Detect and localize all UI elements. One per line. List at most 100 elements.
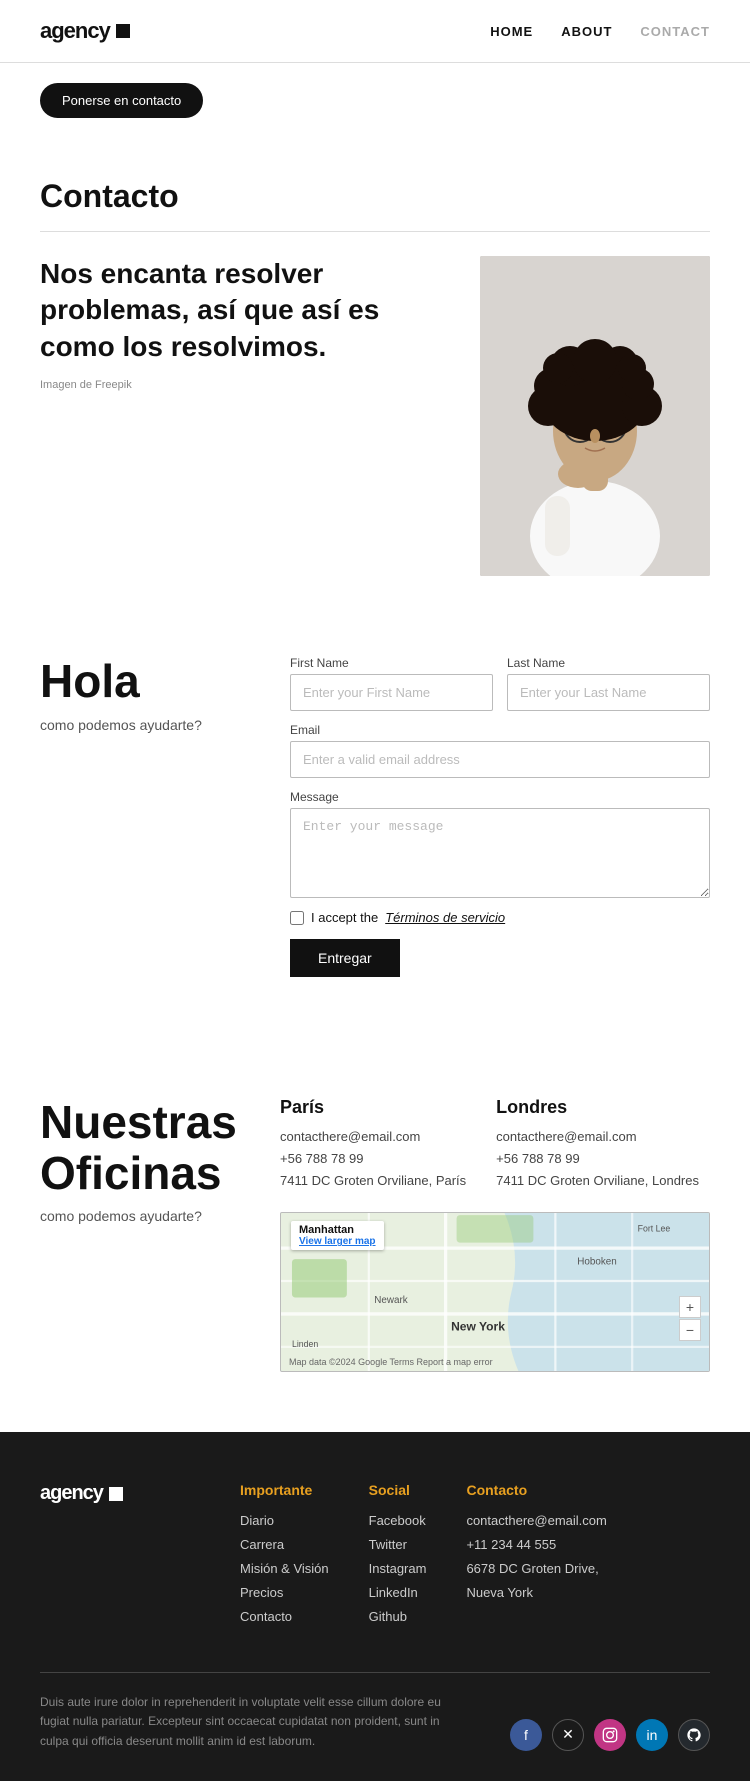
first-name-label: First Name bbox=[290, 656, 493, 670]
hero-divider bbox=[40, 231, 710, 232]
footer-col-importante: Importante Diario Carrera Misión & Visió… bbox=[240, 1482, 329, 1632]
message-label: Message bbox=[290, 790, 710, 804]
map-larger-link[interactable]: View larger map bbox=[299, 1236, 376, 1247]
terms-row: I accept the Términos de servicio bbox=[290, 910, 710, 925]
social-icon-facebook[interactable]: f bbox=[510, 1719, 542, 1751]
map-zoom-in[interactable]: + bbox=[679, 1296, 701, 1318]
svg-text:Hoboken: Hoboken bbox=[577, 1257, 616, 1268]
footer-col-contacto: Contacto contacthere@email.com +11 234 4… bbox=[466, 1482, 606, 1632]
map-controls: + − bbox=[679, 1296, 701, 1341]
footer-col-contacto-heading: Contacto bbox=[466, 1482, 606, 1498]
footer-link-twitter[interactable]: Twitter bbox=[369, 1537, 407, 1552]
email-row: Email bbox=[290, 723, 710, 778]
nav-home[interactable]: HOME bbox=[490, 24, 533, 39]
submit-button[interactable]: Entregar bbox=[290, 939, 400, 977]
email-group: Email bbox=[290, 723, 710, 778]
message-group: Message bbox=[290, 790, 710, 898]
hero-content: Nos encanta resolver problemas, así que … bbox=[40, 256, 710, 576]
offices-cols: París contacthere@email.com +56 788 78 9… bbox=[280, 1097, 710, 1192]
offices-left: Nuestras Oficinas como podemos ayudarte? bbox=[40, 1097, 240, 1224]
map-zoom-out[interactable]: − bbox=[679, 1319, 701, 1341]
offices-subtext: como podemos ayudarte? bbox=[40, 1208, 240, 1224]
paris-details: contacthere@email.com +56 788 78 99 7411… bbox=[280, 1126, 466, 1192]
svg-text:Newark: Newark bbox=[374, 1295, 407, 1306]
terms-checkbox[interactable] bbox=[290, 911, 304, 925]
footer-divider bbox=[40, 1672, 710, 1673]
london-office: Londres contacthere@email.com +56 788 78… bbox=[496, 1097, 699, 1192]
person-illustration bbox=[480, 256, 710, 576]
hero-section: Contacto Nos encanta resolver problemas,… bbox=[0, 138, 750, 596]
footer-link-linkedin[interactable]: LinkedIn bbox=[369, 1585, 418, 1600]
footer-logo-mark[interactable]: agency bbox=[40, 1482, 200, 1505]
nav-about[interactable]: ABOUT bbox=[561, 24, 612, 39]
footer-link-instagram[interactable]: Instagram bbox=[369, 1561, 427, 1576]
social-icon-twitter[interactable]: ✕ bbox=[552, 1719, 584, 1751]
form-heading: Hola bbox=[40, 656, 240, 707]
terms-link[interactable]: Términos de servicio bbox=[385, 910, 505, 925]
form-subtext: como podemos ayudarte? bbox=[40, 717, 240, 733]
footer-logo-text: agency bbox=[40, 1482, 103, 1505]
footer-link-github[interactable]: Github bbox=[369, 1609, 407, 1624]
footer-col-social: Social Facebook Twitter Instagram Linked… bbox=[369, 1482, 427, 1632]
social-icon-github[interactable] bbox=[678, 1719, 710, 1751]
map-inner: New York Newark Hoboken Summit Linden Fo… bbox=[281, 1213, 709, 1371]
header: agency HOME ABOUT CONTACT bbox=[0, 0, 750, 63]
footer-top: agency Importante Diario Carrera Misión … bbox=[40, 1482, 710, 1632]
svg-text:Linden: Linden bbox=[292, 1339, 318, 1349]
map-label: Manhattan View larger map bbox=[291, 1221, 384, 1250]
footer-bottom: Duis aute irure dolor in reprehenderit i… bbox=[40, 1693, 710, 1751]
logo[interactable]: agency bbox=[40, 18, 130, 44]
main-nav: HOME ABOUT CONTACT bbox=[490, 24, 710, 39]
footer-contacto-list: contacthere@email.com +11 234 44 555 667… bbox=[466, 1512, 606, 1602]
email-label: Email bbox=[290, 723, 710, 737]
hero-image-credit: Imagen de Freepik bbox=[40, 379, 132, 391]
footer-logo-box-icon bbox=[109, 1487, 123, 1501]
cta-button[interactable]: Ponerse en contacto bbox=[40, 83, 203, 118]
footer-link-precios[interactable]: Precios bbox=[240, 1585, 283, 1600]
footer-social-list: Facebook Twitter Instagram LinkedIn Gith… bbox=[369, 1512, 427, 1626]
hero-title: Contacto bbox=[40, 178, 710, 215]
london-city: Londres bbox=[496, 1097, 699, 1118]
svg-text:New York: New York bbox=[451, 1320, 505, 1334]
social-icon-instagram[interactable] bbox=[594, 1719, 626, 1751]
footer-contact-city[interactable]: Nueva York bbox=[466, 1585, 533, 1600]
logo-text: agency bbox=[40, 18, 110, 44]
form-right: First Name Last Name Email Message bbox=[290, 656, 710, 977]
footer-link-facebook[interactable]: Facebook bbox=[369, 1513, 426, 1528]
offices-layout: Nuestras Oficinas como podemos ayudarte?… bbox=[40, 1097, 710, 1372]
footer-contact-phone[interactable]: +11 234 44 555 bbox=[466, 1537, 556, 1552]
footer-importante-list: Diario Carrera Misión & Visión Precios C… bbox=[240, 1512, 329, 1626]
form-left: Hola como podemos ayudarte? bbox=[40, 656, 240, 733]
footer: agency Importante Diario Carrera Misión … bbox=[0, 1432, 750, 1781]
paris-city: París bbox=[280, 1097, 466, 1118]
footer-link-contacto[interactable]: Contacto bbox=[240, 1609, 292, 1624]
footer-col-importante-heading: Importante bbox=[240, 1482, 329, 1498]
email-input[interactable] bbox=[290, 741, 710, 778]
form-section: Hola como podemos ayudarte? First Name L… bbox=[0, 596, 750, 1037]
cta-section: Ponerse en contacto bbox=[0, 63, 750, 138]
footer-col-social-heading: Social bbox=[369, 1482, 427, 1498]
offices-section: Nuestras Oficinas como podemos ayudarte?… bbox=[0, 1037, 750, 1432]
footer-contact-email[interactable]: contacthere@email.com bbox=[466, 1513, 606, 1528]
social-icons: f ✕ in bbox=[510, 1719, 710, 1751]
footer-link-mision[interactable]: Misión & Visión bbox=[240, 1561, 329, 1576]
london-details: contacthere@email.com +56 788 78 99 7411… bbox=[496, 1126, 699, 1192]
footer-link-carrera[interactable]: Carrera bbox=[240, 1537, 284, 1552]
hero-image bbox=[480, 256, 710, 576]
first-name-input[interactable] bbox=[290, 674, 493, 711]
footer-contact-address1[interactable]: 6678 DC Groten Drive, bbox=[466, 1561, 598, 1576]
message-textarea[interactable] bbox=[290, 808, 710, 898]
map-container[interactable]: New York Newark Hoboken Summit Linden Fo… bbox=[280, 1212, 710, 1372]
logo-box-icon bbox=[116, 24, 130, 38]
last-name-label: Last Name bbox=[507, 656, 710, 670]
offices-right: París contacthere@email.com +56 788 78 9… bbox=[280, 1097, 710, 1372]
message-row: Message bbox=[290, 790, 710, 898]
footer-link-diario[interactable]: Diario bbox=[240, 1513, 274, 1528]
social-icon-linkedin[interactable]: in bbox=[636, 1719, 668, 1751]
nav-contact[interactable]: CONTACT bbox=[640, 24, 710, 39]
name-row: First Name Last Name bbox=[290, 656, 710, 711]
map-footer: Map data ©2024 Google Terms Report a map… bbox=[289, 1357, 493, 1367]
first-name-group: First Name bbox=[290, 656, 493, 711]
last-name-input[interactable] bbox=[507, 674, 710, 711]
last-name-group: Last Name bbox=[507, 656, 710, 711]
